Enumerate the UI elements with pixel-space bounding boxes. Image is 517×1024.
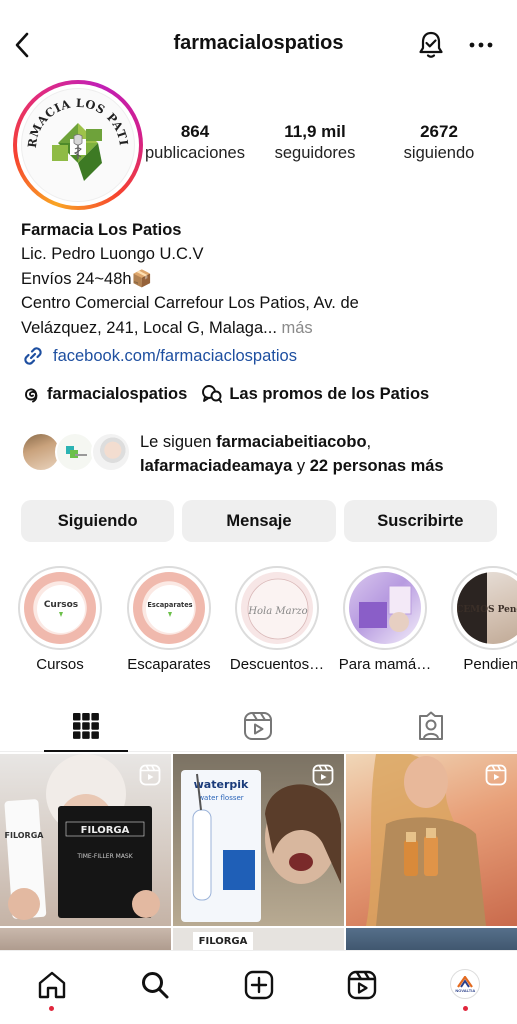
post-thumbnail[interactable] xyxy=(346,754,517,926)
highlight-label: Pendient xyxy=(463,656,517,673)
highlight-label: Escaparates xyxy=(127,656,211,673)
highlight-label: Descuentos… xyxy=(229,656,325,673)
profile-stats: 864 publicaciones 11,9 mil seguidores 26… xyxy=(140,122,510,164)
channel-chip[interactable]: Las promos de los Patios xyxy=(201,384,429,404)
nav-profile[interactable]: NOVALTIA xyxy=(414,951,517,1024)
subscribe-button[interactable]: Suscribirte xyxy=(343,500,497,542)
profile-tabs xyxy=(0,700,517,752)
bottom-navigation: NOVALTIA xyxy=(0,950,517,1024)
profile-link[interactable]: facebook.com/farmaciaclospatios xyxy=(21,344,297,368)
avatar xyxy=(91,432,131,472)
reel-badge-icon xyxy=(139,764,161,786)
pharmacy-logo: FARMACIA LOS PATIOS xyxy=(21,88,135,202)
highlight-cursos[interactable]: Cursos Cursos xyxy=(10,566,110,673)
bio-line: Envíos 24~48h📦 xyxy=(21,269,153,288)
notification-dot xyxy=(462,1006,468,1011)
threads-chip[interactable]: farmacialospatios xyxy=(21,384,187,404)
nav-create[interactable] xyxy=(207,951,310,1024)
svg-text:Cursos: Cursos xyxy=(44,600,78,610)
profile-avatar[interactable]: FARMACIA LOS PATIOS xyxy=(13,80,143,210)
novaltia-logo-icon xyxy=(457,975,474,988)
svg-text:water flosser: water flosser xyxy=(198,794,243,802)
post-thumbnail[interactable] xyxy=(346,928,517,950)
svg-text:TIME-FILLER MASK: TIME-FILLER MASK xyxy=(76,853,133,860)
profile-name: Farmacia Los Patios xyxy=(21,221,182,239)
home-icon xyxy=(38,971,65,999)
nav-search[interactable] xyxy=(103,951,206,1024)
nav-home[interactable] xyxy=(0,951,103,1024)
avatar xyxy=(55,432,95,472)
more-horizontal-icon xyxy=(469,42,493,48)
followers-count[interactable]: 11,9 mil seguidores xyxy=(250,122,380,164)
profile-bio: Farmacia Los Patios Lic. Pedro Luongo U.… xyxy=(21,218,501,340)
post-thumbnail[interactable] xyxy=(0,928,171,950)
reels-icon xyxy=(244,711,273,740)
bio-line: Centro Comercial Carrefour Los Patios, A… xyxy=(21,294,359,313)
highlight-descuentos[interactable]: Hola Marzo Descuentos… xyxy=(227,566,327,673)
following-button[interactable]: Siguiendo xyxy=(21,500,175,542)
highlight-para-mama[interactable]: Para mamá… xyxy=(335,566,435,673)
bio-more-link[interactable]: más xyxy=(282,319,313,337)
tab-reels[interactable] xyxy=(172,700,344,751)
threads-row: farmacialospatios Las promos de los Pati… xyxy=(21,384,429,404)
followed-by-text: Le siguen farmaciabeitiacobo, lafarmacia… xyxy=(140,433,444,475)
highlight-label: Cursos xyxy=(36,656,84,673)
post-thumbnail[interactable]: FILORGA xyxy=(173,928,344,950)
broadcast-channel-icon xyxy=(202,385,223,403)
tab-tagged[interactable] xyxy=(345,700,517,751)
reels-icon xyxy=(347,970,377,1000)
tagged-person-icon xyxy=(418,711,443,740)
search-icon xyxy=(142,972,169,999)
svg-text:Hola Marzo: Hola Marzo xyxy=(247,606,307,617)
bio-line: Lic. Pedro Luongo U.C.V xyxy=(21,245,204,264)
svg-text:Escaparates: Escaparates xyxy=(147,601,192,609)
top-bar: farmacialospatios xyxy=(0,0,517,90)
following-count[interactable]: 2672 siguiendo xyxy=(380,122,498,164)
profile-actions: Siguiendo Mensaje Suscribirte xyxy=(21,500,497,542)
pharmacy-cross-logo-icon: FARMACIA LOS PATIOS xyxy=(22,89,130,181)
highlight-pendientes[interactable]: HACEMOS Pendientes Pendient xyxy=(443,566,517,673)
svg-text:HACEMOS Pendientes: HACEMOS Pendientes xyxy=(457,605,517,615)
highlight-escaparates[interactable]: Escaparates Escaparates xyxy=(119,566,219,673)
link-icon xyxy=(24,347,42,365)
svg-text:FILORGA: FILORGA xyxy=(81,825,130,836)
grid-icon xyxy=(73,712,100,739)
notifications-button[interactable] xyxy=(414,28,448,62)
more-options-button[interactable] xyxy=(464,30,498,60)
story-highlights: Cursos Cursos Escaparates Escaparates Ho… xyxy=(0,566,517,676)
bio-line: Velázquez, 241, Local G, Malaga... xyxy=(21,318,277,337)
nav-reels[interactable] xyxy=(310,951,413,1024)
svg-text:FILORGA: FILORGA xyxy=(5,831,45,840)
notification-dot xyxy=(49,1006,55,1011)
highlight-label: Para mamá… xyxy=(338,656,432,673)
posts-count[interactable]: 864 publicaciones xyxy=(140,122,250,164)
follower-avatars xyxy=(21,432,131,474)
svg-text:FILORGA: FILORGA xyxy=(199,936,248,947)
reel-badge-icon xyxy=(312,764,334,786)
profile-link-text: facebook.com/farmaciaclospatios xyxy=(53,346,297,365)
tab-posts-grid[interactable] xyxy=(0,700,172,752)
threads-icon xyxy=(25,388,38,403)
post-thumbnail[interactable]: waterpik water flosser xyxy=(173,754,344,926)
message-button[interactable]: Mensaje xyxy=(182,500,336,542)
post-thumbnail[interactable]: FILORGA FILORGA TIME-FILLER MASK xyxy=(0,754,171,926)
svg-text:waterpik: waterpik xyxy=(194,778,249,791)
add-post-icon xyxy=(244,970,273,1000)
avatar: NOVALTIA xyxy=(450,969,481,999)
reel-badge-icon xyxy=(485,764,507,786)
bell-check-icon xyxy=(419,31,443,58)
posts-grid: FILORGA FILORGA TIME-FILLER MASK waterpi… xyxy=(0,754,517,950)
